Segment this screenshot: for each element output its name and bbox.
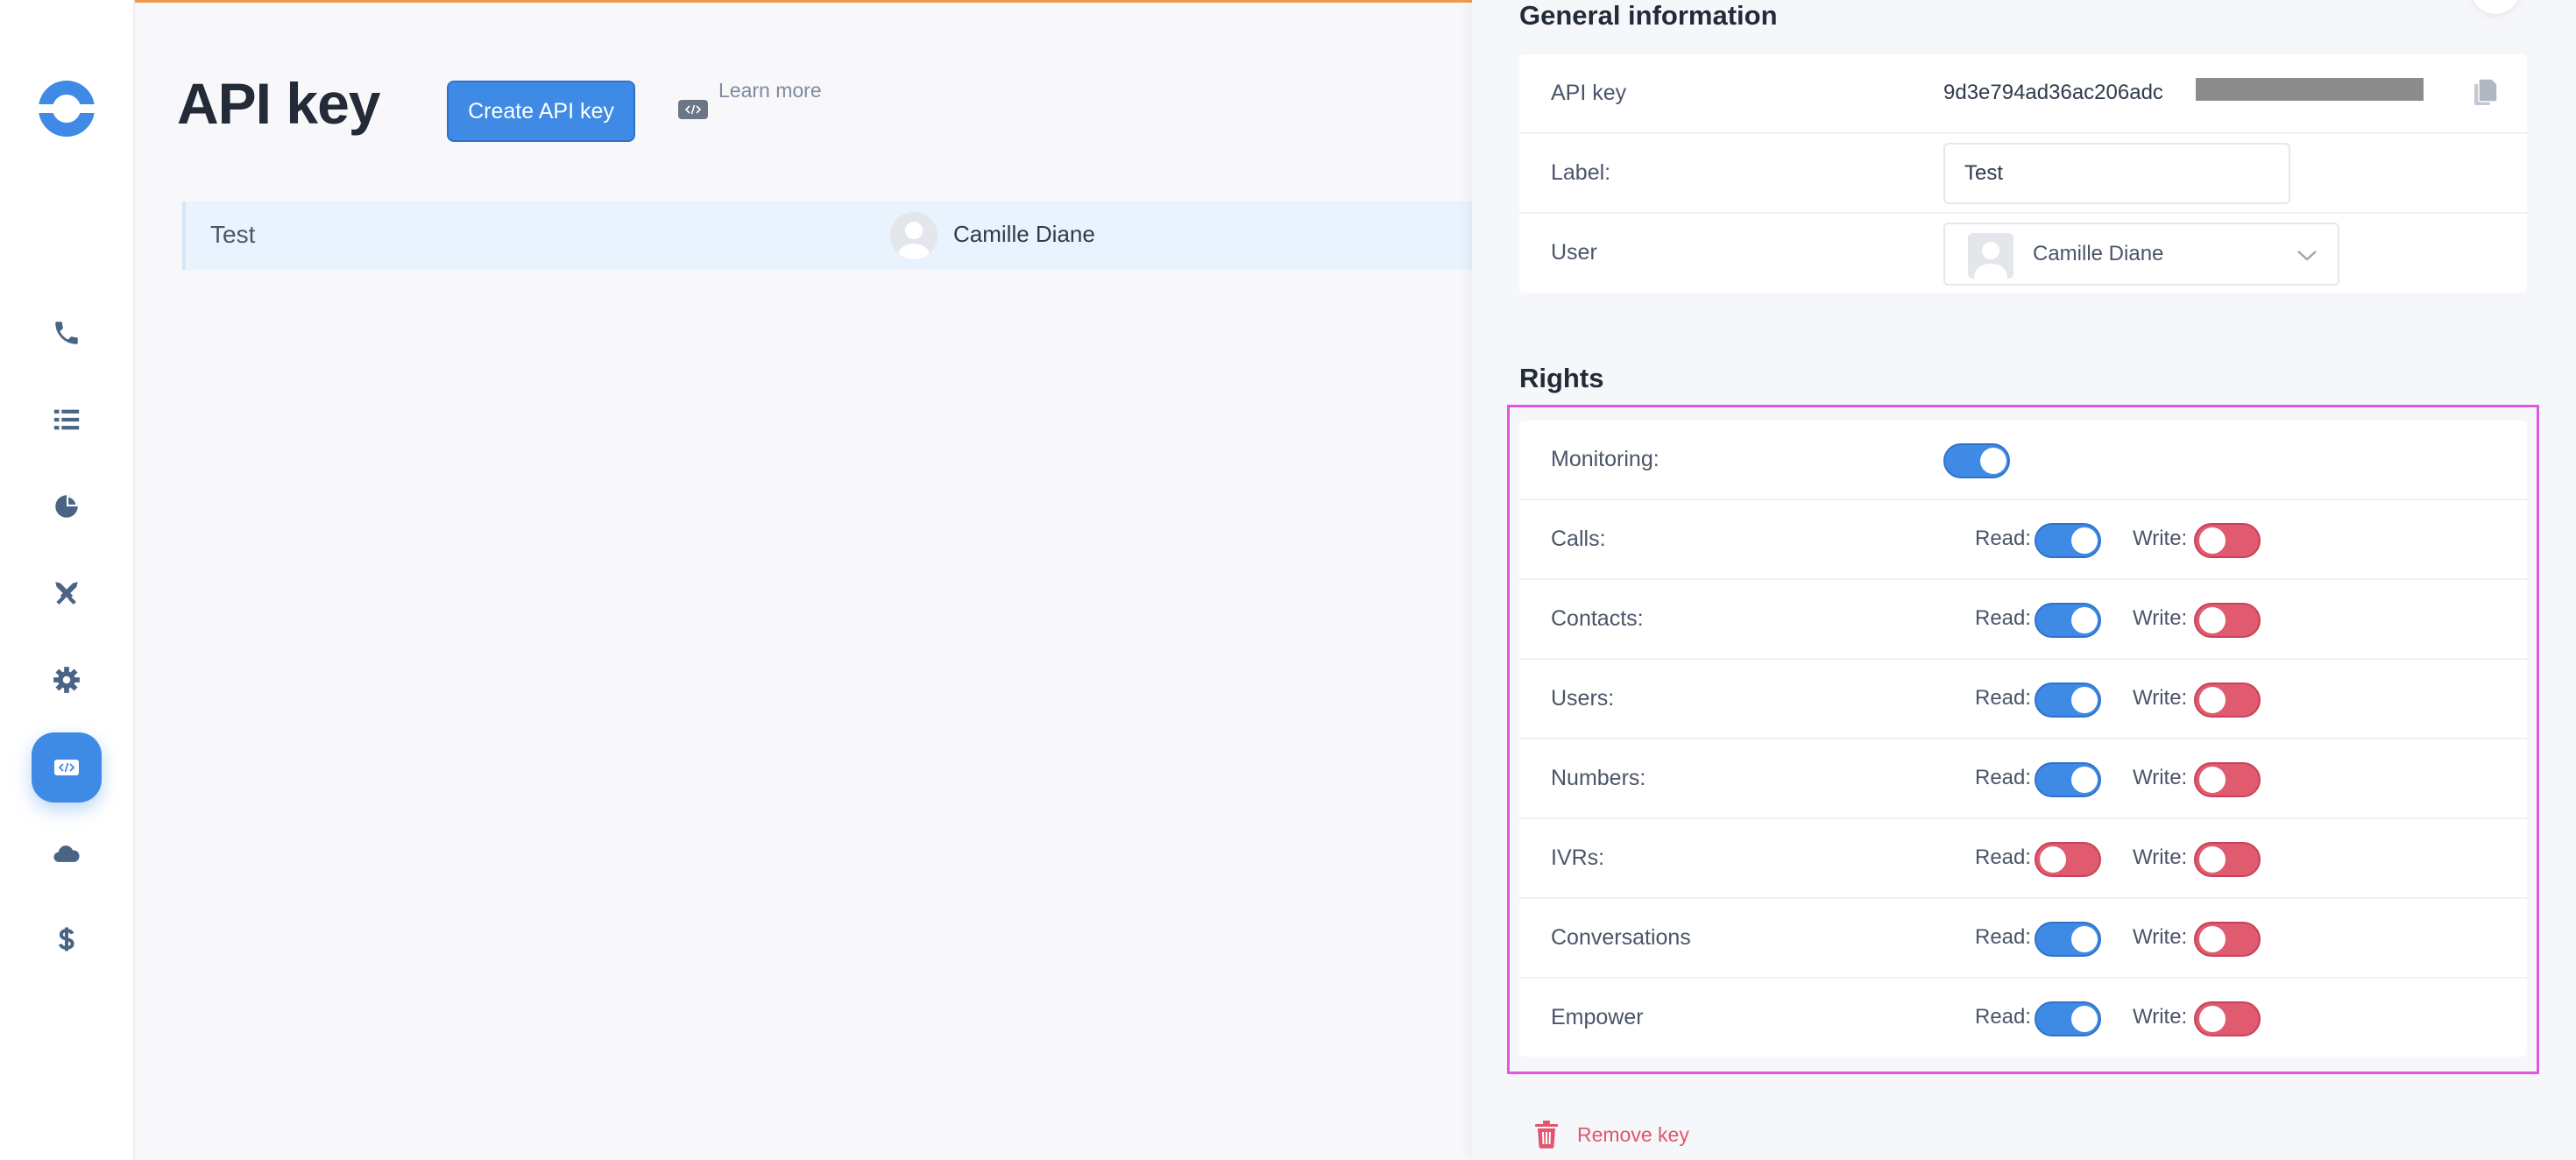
right-row-empower: Empower Read: Write: xyxy=(1519,979,2527,1058)
contacts-read-toggle[interactable] xyxy=(2035,603,2101,638)
users-read-toggle[interactable] xyxy=(2035,683,2101,718)
learn-more-label: Learn more xyxy=(718,79,822,102)
page-title: API key xyxy=(177,71,380,136)
right-row-numbers: Numbers: Read: Write: xyxy=(1519,739,2527,819)
read-label: Read: xyxy=(1975,1005,2032,1029)
empower-write-toggle[interactable] xyxy=(2194,1001,2261,1036)
sidebar-item-calls[interactable] xyxy=(39,305,95,361)
right-label: Empower xyxy=(1551,1005,1644,1029)
right-label: Monitoring: xyxy=(1551,447,1660,471)
right-label: Users: xyxy=(1551,686,1615,711)
read-label: Read: xyxy=(1975,766,2032,789)
app-logo xyxy=(37,81,96,137)
calls-write-toggle[interactable] xyxy=(2194,523,2261,558)
right-row-contacts: Contacts: Read: Write: xyxy=(1519,580,2527,660)
calls-read-toggle[interactable] xyxy=(2035,523,2101,558)
avatar xyxy=(1968,233,2013,279)
read-label: Read: xyxy=(1975,925,2032,949)
drawer-close-button[interactable] xyxy=(2471,0,2520,14)
conversations-read-toggle[interactable] xyxy=(2035,922,2101,957)
conversations-write-toggle[interactable] xyxy=(2194,922,2261,957)
right-row-ivrs: IVRs: Read: Write: xyxy=(1519,819,2527,899)
row-key-label: Test xyxy=(210,221,256,248)
code-badge-icon xyxy=(678,100,708,119)
monitoring-toggle[interactable] xyxy=(1943,443,2010,478)
write-label: Write: xyxy=(2133,925,2188,949)
right-label: Conversations xyxy=(1551,925,1691,950)
chevron-down-icon xyxy=(2297,251,2317,261)
trash-icon xyxy=(1535,1121,1558,1149)
api-key-value: 9d3e794ad36ac206adc xyxy=(1943,81,2163,104)
write-label: Write: xyxy=(2133,845,2188,869)
api-key-row: API key 9d3e794ad36ac206adc xyxy=(1519,54,2527,134)
tools-icon xyxy=(55,582,78,605)
sidebar-item-integrations[interactable] xyxy=(39,565,95,621)
gear-icon xyxy=(53,667,80,693)
write-label: Write: xyxy=(2133,686,2188,710)
label-row: Label: xyxy=(1519,134,2527,214)
right-row-calls: Calls: Read: Write: xyxy=(1519,500,2527,580)
right-row-users: Users: Read: Write: xyxy=(1519,660,2527,739)
users-write-toggle[interactable] xyxy=(2194,683,2261,718)
user-field-label: User xyxy=(1551,240,1597,265)
right-label: Calls: xyxy=(1551,527,1606,551)
redacted-key-block xyxy=(2196,78,2424,101)
top-accent-bar xyxy=(0,0,1472,3)
sidebar-item-billing[interactable] xyxy=(39,911,95,967)
user-select[interactable]: Camille Diane xyxy=(1943,223,2339,286)
write-label: Write: xyxy=(2133,1005,2188,1029)
sidebar-item-api[interactable] xyxy=(32,732,102,803)
right-row-monitoring: Monitoring: xyxy=(1519,421,2527,500)
sidebar xyxy=(0,0,135,1160)
right-label: Contacts: xyxy=(1551,606,1644,631)
numbers-write-toggle[interactable] xyxy=(2194,762,2261,797)
read-label: Read: xyxy=(1975,845,2032,869)
pie-chart-icon xyxy=(55,495,78,518)
rights-card: Monitoring: Calls: Read: Write: Contacts… xyxy=(1519,421,2527,1057)
user-row: User Camille Diane xyxy=(1519,214,2527,294)
general-information-title: General information xyxy=(1519,0,1778,31)
row-user-name: Camille Diane xyxy=(953,221,1095,247)
sidebar-item-cloud[interactable] xyxy=(39,825,95,881)
avatar xyxy=(890,212,938,259)
ivrs-write-toggle[interactable] xyxy=(2194,842,2261,877)
right-label: IVRs: xyxy=(1551,845,1605,870)
learn-more-link[interactable]: Learn more xyxy=(678,79,822,119)
read-label: Read: xyxy=(1975,606,2032,630)
selected-user-name: Camille Diane xyxy=(2033,242,2164,265)
dollar-icon xyxy=(58,927,74,951)
list-icon xyxy=(53,409,80,430)
remove-key-button[interactable]: Remove key xyxy=(1533,1120,1689,1149)
table-row[interactable]: Test Camille Diane xyxy=(182,202,1472,270)
numbers-read-toggle[interactable] xyxy=(2035,762,2101,797)
copy-icon[interactable] xyxy=(2473,77,2499,107)
cloud-icon xyxy=(53,845,80,862)
contacts-write-toggle[interactable] xyxy=(2194,603,2261,638)
rights-title: Rights xyxy=(1519,363,1604,393)
write-label: Write: xyxy=(2133,606,2188,630)
read-label: Read: xyxy=(1975,686,2032,710)
remove-key-label: Remove key xyxy=(1577,1122,1689,1146)
ivrs-read-toggle[interactable] xyxy=(2035,842,2101,877)
api-key-label: API key xyxy=(1551,81,1627,105)
read-label: Read: xyxy=(1975,527,2032,550)
right-label: Numbers: xyxy=(1551,766,1646,790)
phone-icon xyxy=(55,322,78,344)
general-information-card: API key 9d3e794ad36ac206adc Label: User … xyxy=(1519,54,2527,293)
right-row-conversations: Conversations Read: Write: xyxy=(1519,899,2527,979)
api-key-detail-drawer: General information API key 9d3e794ad36a… xyxy=(1472,0,2576,1160)
empower-read-toggle[interactable] xyxy=(2035,1001,2101,1036)
write-label: Write: xyxy=(2133,527,2188,550)
write-label: Write: xyxy=(2133,766,2188,789)
create-api-key-button[interactable]: Create API key xyxy=(447,81,635,142)
code-icon xyxy=(54,760,79,775)
sidebar-item-lists[interactable] xyxy=(39,392,95,448)
label-input[interactable] xyxy=(1943,143,2290,204)
sidebar-item-settings[interactable] xyxy=(39,652,95,708)
sidebar-item-analytics[interactable] xyxy=(39,478,95,534)
label-field-label: Label: xyxy=(1551,160,1611,185)
